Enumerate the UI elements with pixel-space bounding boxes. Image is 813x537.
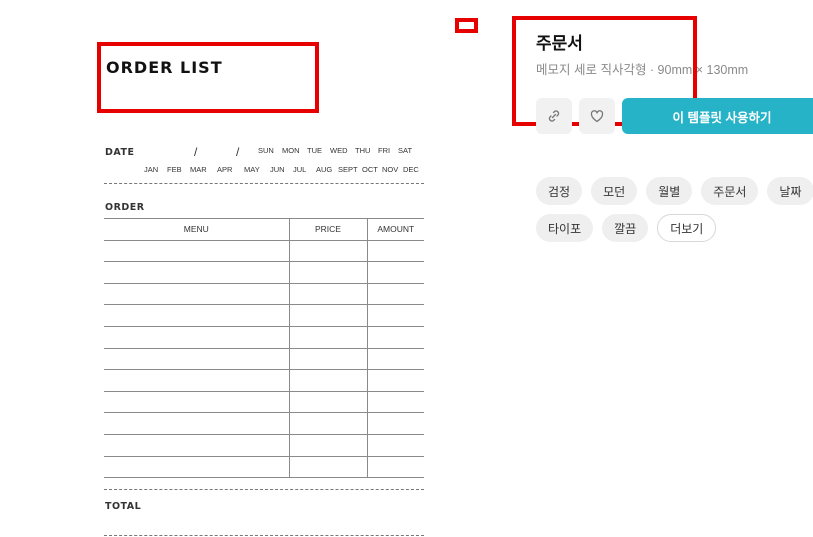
- price-cell: [288, 261, 368, 284]
- weekday-label: THU: [355, 146, 371, 155]
- month-label: MAR: [190, 165, 207, 174]
- price-cell: [288, 412, 368, 435]
- amount-cell: [366, 239, 424, 263]
- month-label: JAN: [144, 165, 159, 174]
- date-slash: /: [194, 145, 198, 159]
- order-section-label: ORDER: [105, 202, 145, 213]
- month-label: SEPT: [338, 165, 358, 174]
- table-row: [104, 455, 424, 479]
- table-row: [104, 325, 424, 349]
- table-header-row: MENU PRICE AMOUNT: [104, 218, 424, 241]
- template-size: 메모지 세로 직사각형 · 90mm × 130mm: [536, 63, 749, 77]
- more-tags-button[interactable]: 더보기: [657, 214, 717, 242]
- link-icon: [548, 110, 560, 122]
- annotation-box: [97, 42, 319, 113]
- date-slash: /: [236, 145, 240, 159]
- table-row: [104, 261, 424, 284]
- price-cell: [288, 433, 368, 457]
- amount-cell: [366, 304, 424, 327]
- amount-cell: [366, 347, 424, 371]
- price-cell: [288, 369, 368, 392]
- price-cell: [288, 282, 368, 306]
- tag-list: 검정 모던 월별 주문서 날짜 타이포 깔끔 더보기: [536, 177, 813, 251]
- weekday-label: SUN: [258, 146, 274, 155]
- menu-column-header: MENU: [104, 218, 290, 241]
- amount-cell: [366, 412, 424, 435]
- tag-chip[interactable]: 깔끔: [602, 214, 649, 242]
- menu-cell: [104, 412, 290, 435]
- menu-cell: [104, 347, 290, 371]
- weekday-label: TUE: [307, 146, 322, 155]
- copy-link-button[interactable]: [536, 98, 572, 134]
- month-label: JUL: [293, 165, 307, 174]
- dashed-divider: [104, 535, 424, 536]
- dashed-divider: [104, 489, 424, 490]
- table-row: [104, 433, 424, 457]
- weekday-label: SAT: [398, 146, 413, 155]
- price-cell: [288, 239, 368, 263]
- dashed-divider: [104, 183, 424, 184]
- table-row: [104, 304, 424, 327]
- table-row: [104, 390, 424, 414]
- table-row: [104, 347, 424, 371]
- tag-chip[interactable]: 검정: [536, 177, 583, 205]
- table-row: [104, 239, 424, 263]
- amount-cell: [366, 261, 424, 284]
- amount-cell: [366, 433, 424, 457]
- weekday-label: FRI: [378, 146, 391, 155]
- month-label: NOV: [382, 165, 399, 174]
- menu-cell: [104, 304, 290, 327]
- price-cell: [288, 390, 368, 414]
- annotation-box: [455, 18, 478, 33]
- tag-chip[interactable]: 타이포: [536, 214, 594, 242]
- menu-cell: [104, 369, 290, 392]
- table-row: [104, 282, 424, 306]
- amount-cell: [366, 282, 424, 306]
- amount-cell: [366, 369, 424, 392]
- tag-chip[interactable]: 주문서: [701, 177, 759, 205]
- price-column-header: PRICE: [288, 218, 368, 241]
- total-label: TOTAL: [105, 501, 142, 512]
- month-label: JUN: [270, 165, 285, 174]
- heart-icon: [590, 110, 604, 123]
- like-button[interactable]: [579, 98, 615, 134]
- month-label: OCT: [362, 165, 378, 174]
- amount-column-header: AMOUNT: [366, 218, 424, 241]
- month-label: DEC: [403, 165, 419, 174]
- menu-cell: [104, 390, 290, 414]
- amount-cell: [366, 455, 424, 479]
- weekday-label: MON: [282, 146, 300, 155]
- table-row: [104, 369, 424, 392]
- month-label: FEB: [167, 165, 182, 174]
- menu-cell: [104, 239, 290, 263]
- price-cell: [288, 304, 368, 327]
- menu-cell: [104, 455, 290, 479]
- month-label: AUG: [316, 165, 333, 174]
- menu-cell: [104, 325, 290, 349]
- template-title: 주문서: [536, 34, 583, 53]
- table-row: [104, 412, 424, 435]
- date-label: DATE: [105, 147, 135, 158]
- price-cell: [288, 347, 368, 371]
- price-cell: [288, 455, 368, 479]
- use-template-button[interactable]: 이 템플릿 사용하기: [622, 98, 813, 134]
- month-label: MAY: [244, 165, 260, 174]
- tag-chip[interactable]: 날짜: [767, 177, 813, 205]
- amount-cell: [366, 325, 424, 349]
- menu-cell: [104, 433, 290, 457]
- menu-cell: [104, 282, 290, 306]
- order-table: MENU PRICE AMOUNT: [104, 218, 424, 479]
- tag-chip[interactable]: 모던: [591, 177, 638, 205]
- amount-cell: [366, 390, 424, 414]
- menu-cell: [104, 261, 290, 284]
- tag-chip[interactable]: 월별: [646, 177, 693, 205]
- month-label: APR: [217, 165, 233, 174]
- price-cell: [288, 325, 368, 349]
- weekday-label: WED: [330, 146, 348, 155]
